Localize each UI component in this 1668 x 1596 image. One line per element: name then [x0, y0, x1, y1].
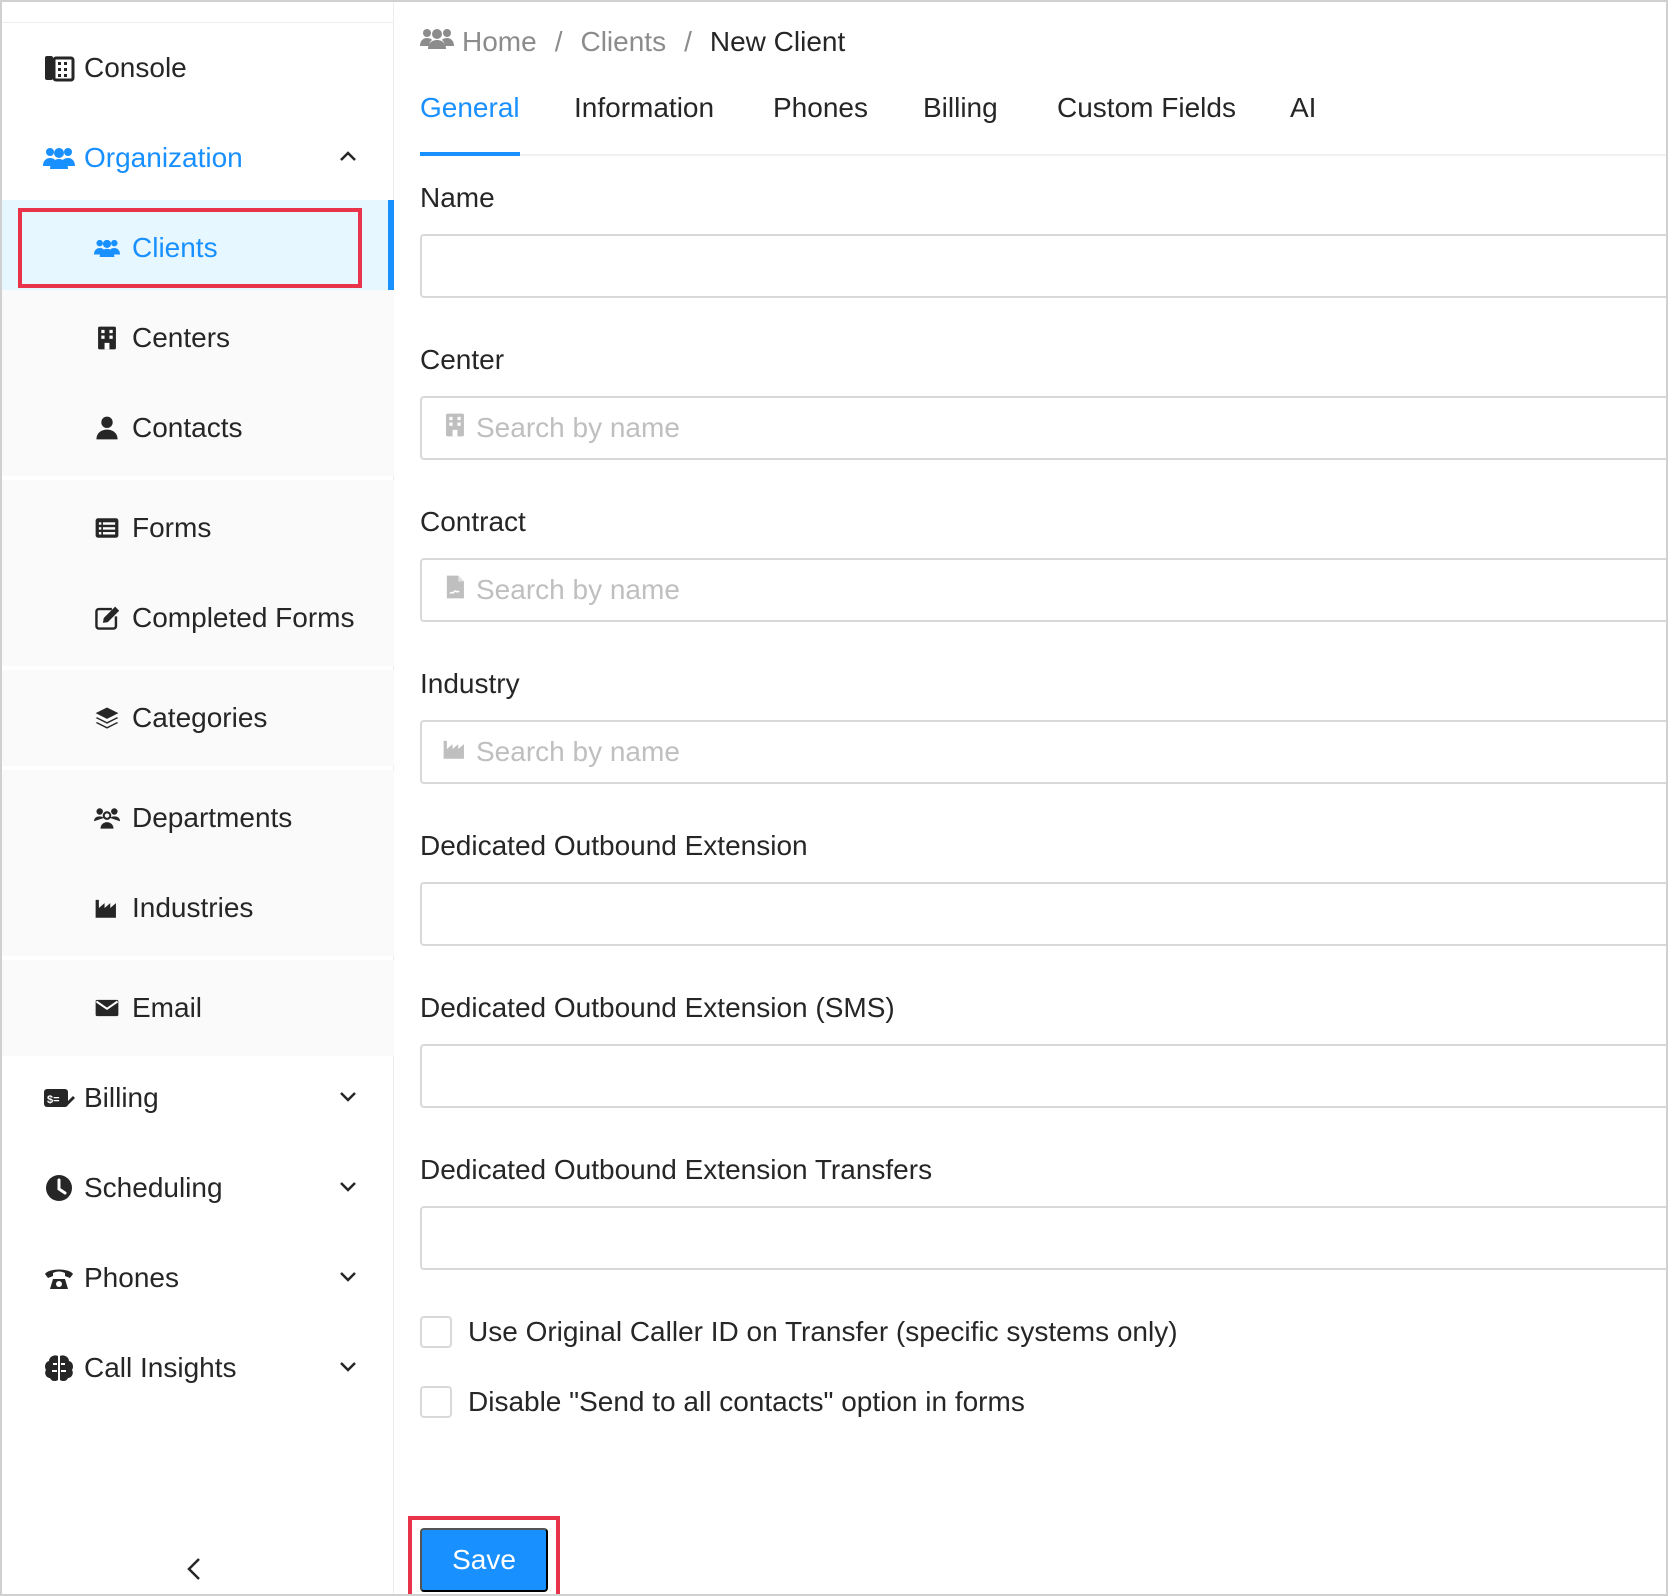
breadcrumb-separator: /	[684, 26, 692, 57]
extension-transfers-field[interactable]	[420, 1206, 1666, 1270]
svg-text:$=: $=	[47, 1094, 60, 1106]
tab-information[interactable]: Information	[574, 92, 714, 154]
extension-sms-label: Dedicated Outbound Extension (SMS)	[420, 992, 895, 1023]
chevron-left-icon[interactable]	[180, 1554, 210, 1584]
sidebar-item-label: Centers	[132, 322, 231, 353]
sidebar-item-call-insights[interactable]: Call Insights	[2, 1320, 394, 1416]
name-label: Name	[420, 182, 495, 213]
sidebar-item-clients[interactable]: Clients	[2, 200, 394, 296]
billing-icon: $=	[42, 1081, 76, 1115]
sidebar-item-centers[interactable]: Centers	[2, 290, 394, 386]
tab-general[interactable]: General	[420, 92, 520, 156]
users-icon	[42, 141, 76, 175]
industry-placeholder: Search by name	[476, 736, 680, 767]
group-icon	[90, 801, 124, 835]
chevron-down-icon	[340, 1362, 356, 1372]
sidebar-item-label: Email	[132, 992, 203, 1023]
industry-icon	[90, 891, 124, 925]
edit-icon	[90, 601, 124, 635]
main-content: Home / Clients / New Client General Info…	[394, 2, 1666, 1594]
center-label: Center	[420, 344, 505, 375]
sidebar-item-departments[interactable]: Departments	[2, 770, 394, 866]
center-placeholder: Search by name	[476, 412, 680, 443]
sidebar-item-contacts[interactable]: Contacts	[2, 380, 394, 476]
extension-transfers-label: Dedicated Outbound Extension Transfers	[420, 1154, 933, 1185]
sidebar-item-phones[interactable]: Phones	[2, 1230, 394, 1326]
layers-icon	[90, 701, 124, 735]
sidebar-item-label: Completed Forms	[132, 602, 355, 633]
sidebar-item-label: Forms	[132, 512, 212, 543]
chevron-down-icon	[340, 1092, 356, 1102]
sidebar-item-label: Billing	[84, 1082, 159, 1113]
app-window: Console Organization Clients Centers Con…	[0, 0, 1668, 1596]
name-field[interactable]	[420, 234, 1666, 298]
contract-icon	[442, 574, 476, 607]
tab-bar: General Information Phones Billing Custo…	[420, 86, 1666, 156]
sidebar-item-label: Phones	[84, 1262, 179, 1293]
sidebar-item-categories[interactable]: Categories	[2, 670, 394, 766]
save-button[interactable]: Save	[420, 1528, 548, 1592]
send-all-label: Disable "Send to all contacts" option in…	[468, 1386, 1025, 1417]
sidebar-item-label: Organization	[84, 142, 243, 173]
sidebar-item-organization[interactable]: Organization	[2, 110, 394, 206]
phone-icon	[42, 1261, 76, 1295]
sidebar-item-billing[interactable]: $= Billing	[2, 1050, 394, 1146]
tab-custom-fields[interactable]: Custom Fields	[1057, 92, 1236, 154]
console-icon	[42, 51, 76, 85]
sidebar-item-label: Categories	[132, 702, 268, 733]
building-icon	[442, 412, 476, 445]
contract-select[interactable]: Search by name	[420, 558, 1666, 622]
list-icon	[90, 511, 124, 545]
sidebar-item-industries[interactable]: Industries	[2, 860, 394, 956]
sidebar-item-label: Scheduling	[84, 1172, 223, 1203]
user-icon	[90, 411, 124, 445]
sidebar-item-console[interactable]: Console	[2, 20, 394, 116]
tab-ai[interactable]: AI	[1290, 92, 1316, 154]
sidebar-item-label: Clients	[132, 232, 218, 263]
sidebar-item-label: Industries	[132, 892, 254, 923]
industry-label: Industry	[420, 668, 520, 699]
sidebar-item-label: Contacts	[132, 412, 243, 443]
breadcrumb: Home / Clients / New Client	[420, 22, 845, 62]
caller-id-checkbox[interactable]	[420, 1316, 452, 1348]
users-icon	[90, 231, 124, 265]
sidebar-item-forms[interactable]: Forms	[2, 480, 394, 576]
chevron-down-icon	[340, 1272, 356, 1282]
brain-icon	[42, 1351, 76, 1385]
sidebar-item-label: Departments	[132, 802, 293, 833]
contract-label: Contract	[420, 506, 526, 537]
center-select[interactable]: Search by name	[420, 396, 1666, 460]
tab-phones[interactable]: Phones	[773, 92, 868, 154]
clock-icon	[42, 1171, 76, 1205]
sidebar-item-label: Call Insights	[84, 1352, 237, 1383]
footer-bar	[394, 1492, 1666, 1594]
extension-field[interactable]	[420, 882, 1666, 946]
caller-id-option[interactable]: Use Original Caller ID on Transfer (spec…	[420, 1312, 1178, 1352]
industry-icon	[442, 736, 476, 769]
industry-select[interactable]: Search by name	[420, 720, 1666, 784]
tab-billing[interactable]: Billing	[923, 92, 998, 154]
sidebar-item-label: Console	[84, 52, 187, 83]
sidebar: Console Organization Clients Centers Con…	[2, 2, 394, 1594]
breadcrumb-clients[interactable]: Clients	[580, 26, 666, 58]
sidebar-item-email[interactable]: Email	[2, 960, 394, 1056]
breadcrumb-home[interactable]: Home	[462, 26, 537, 58]
users-icon	[420, 24, 462, 61]
extension-label: Dedicated Outbound Extension	[420, 830, 808, 861]
contract-placeholder: Search by name	[476, 574, 680, 605]
breadcrumb-separator: /	[554, 26, 563, 57]
chevron-down-icon	[340, 1182, 356, 1192]
extension-sms-field[interactable]	[420, 1044, 1666, 1108]
breadcrumb-current: New Client	[709, 26, 846, 57]
sidebar-item-scheduling[interactable]: Scheduling	[2, 1140, 394, 1236]
send-all-option[interactable]: Disable "Send to all contacts" option in…	[420, 1382, 1025, 1422]
sidebar-item-completed-forms[interactable]: Completed Forms	[2, 570, 394, 666]
caller-id-label: Use Original Caller ID on Transfer (spec…	[468, 1316, 1178, 1347]
building-icon	[90, 321, 124, 355]
send-all-checkbox[interactable]	[420, 1386, 452, 1418]
envelope-icon	[90, 991, 124, 1025]
chevron-up-icon	[340, 151, 356, 161]
